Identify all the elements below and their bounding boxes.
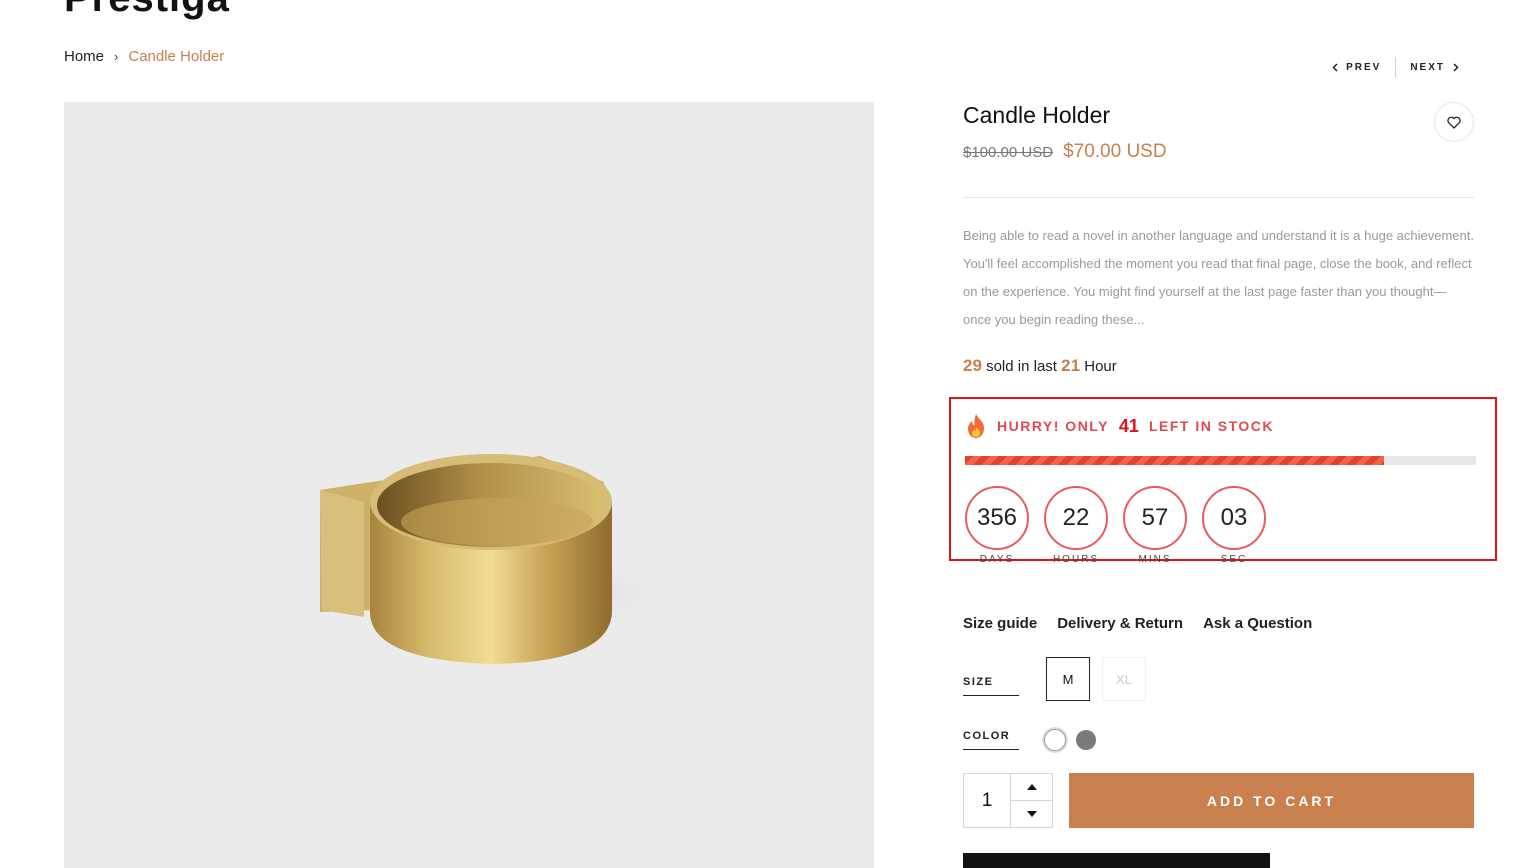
countdown-mins: 57 MINS <box>1123 486 1187 565</box>
stock-warning: HURRY! ONLY 41 LEFT IN STOCK <box>965 413 1274 439</box>
caret-down-icon <box>1026 811 1037 817</box>
countdown-label: HOURS <box>1052 554 1100 565</box>
divider <box>963 197 1474 198</box>
countdown-hours: 22 HOURS <box>1044 486 1108 565</box>
size-guide-link[interactable]: Size guide <box>963 615 1037 632</box>
size-option-m[interactable]: M <box>1046 657 1090 701</box>
size-label: SIZE <box>963 676 1019 696</box>
countdown-label: DAYS <box>979 554 1015 565</box>
sold-counter: 29 sold in last 21 Hour <box>963 356 1474 376</box>
next-label: NEXT <box>1410 61 1445 73</box>
prev-label: PREV <box>1346 61 1382 73</box>
breadcrumb-separator: › <box>114 49 119 64</box>
quantity-decrease-button[interactable] <box>1011 800 1052 827</box>
product-image[interactable] <box>64 102 874 868</box>
countdown-label: SEC <box>1220 554 1248 565</box>
caret-up-icon <box>1026 784 1037 790</box>
countdown-label: MINS <box>1138 554 1172 565</box>
stock-urgency-panel: HURRY! ONLY 41 LEFT IN STOCK 356 DAYS 22… <box>949 397 1497 565</box>
breadcrumb-current: Candle Holder <box>128 48 225 65</box>
countdown-value: 57 <box>1123 486 1187 550</box>
next-product-link[interactable]: NEXT <box>1396 62 1473 73</box>
countdown-days: 356 DAYS <box>965 486 1029 565</box>
countdown-secs: 03 SEC <box>1202 486 1266 565</box>
breadcrumb: Home › Candle Holder <box>64 48 224 65</box>
sold-unit: Hour <box>1084 358 1117 375</box>
heart-icon <box>1447 116 1461 129</box>
countdown-value: 03 <box>1202 486 1266 550</box>
delivery-return-link[interactable]: Delivery & Return <box>1057 615 1183 632</box>
buy-now-button[interactable] <box>963 853 1270 868</box>
size-option-xl[interactable]: XL <box>1102 657 1146 701</box>
product-pager: PREV NEXT <box>1318 57 1473 77</box>
product-info: Candle Holder $100.00 USD $70.00 USD Bei… <box>963 100 1474 376</box>
price-block: $100.00 USD $70.00 USD <box>963 141 1474 163</box>
stock-suffix: LEFT IN STOCK <box>1148 418 1274 434</box>
fire-icon <box>968 414 984 438</box>
chevron-right-icon <box>1453 62 1459 72</box>
quantity-arrows <box>1010 774 1052 827</box>
chevron-left-icon <box>1332 62 1338 72</box>
product-links: Size guide Delivery & Return Ask a Quest… <box>963 615 1312 632</box>
prev-product-link[interactable]: PREV <box>1318 62 1395 73</box>
countdown-timer: 356 DAYS 22 HOURS 57 MINS 03 SEC <box>965 486 1266 565</box>
product-title: Candle Holder <box>963 102 1111 128</box>
quantity-increase-button[interactable] <box>1011 774 1052 800</box>
quantity-stepper: 1 <box>963 773 1053 828</box>
ask-question-link[interactable]: Ask a Question <box>1203 615 1312 632</box>
product-description: Being able to read a novel in another la… <box>963 228 1474 327</box>
sold-hours: 21 <box>1061 356 1081 375</box>
stock-progress-fill <box>965 456 1385 465</box>
breadcrumb-home-link[interactable]: Home <box>64 48 104 65</box>
compare-at-price: $100.00 USD <box>963 144 1054 161</box>
stock-prefix: HURRY! ONLY <box>997 418 1109 434</box>
sold-count: 29 <box>963 356 982 375</box>
stock-count: 41 <box>1118 415 1139 436</box>
countdown-value: 22 <box>1044 486 1108 550</box>
sold-text: sold in last <box>986 358 1057 375</box>
sale-price: $70.00 USD <box>1063 141 1167 162</box>
candle-holder-illustration <box>320 454 674 664</box>
quantity-input[interactable]: 1 <box>964 774 1010 827</box>
color-swatch-grey[interactable] <box>1076 730 1096 750</box>
color-label: COLOR <box>963 730 1019 750</box>
color-swatch-white[interactable] <box>1044 729 1066 751</box>
site-title: Prestiga <box>64 0 230 18</box>
countdown-value: 356 <box>965 486 1029 550</box>
stock-progress-bar <box>965 456 1476 465</box>
wishlist-button[interactable] <box>1434 102 1474 142</box>
add-to-cart-button[interactable]: ADD TO CART <box>1069 773 1474 828</box>
